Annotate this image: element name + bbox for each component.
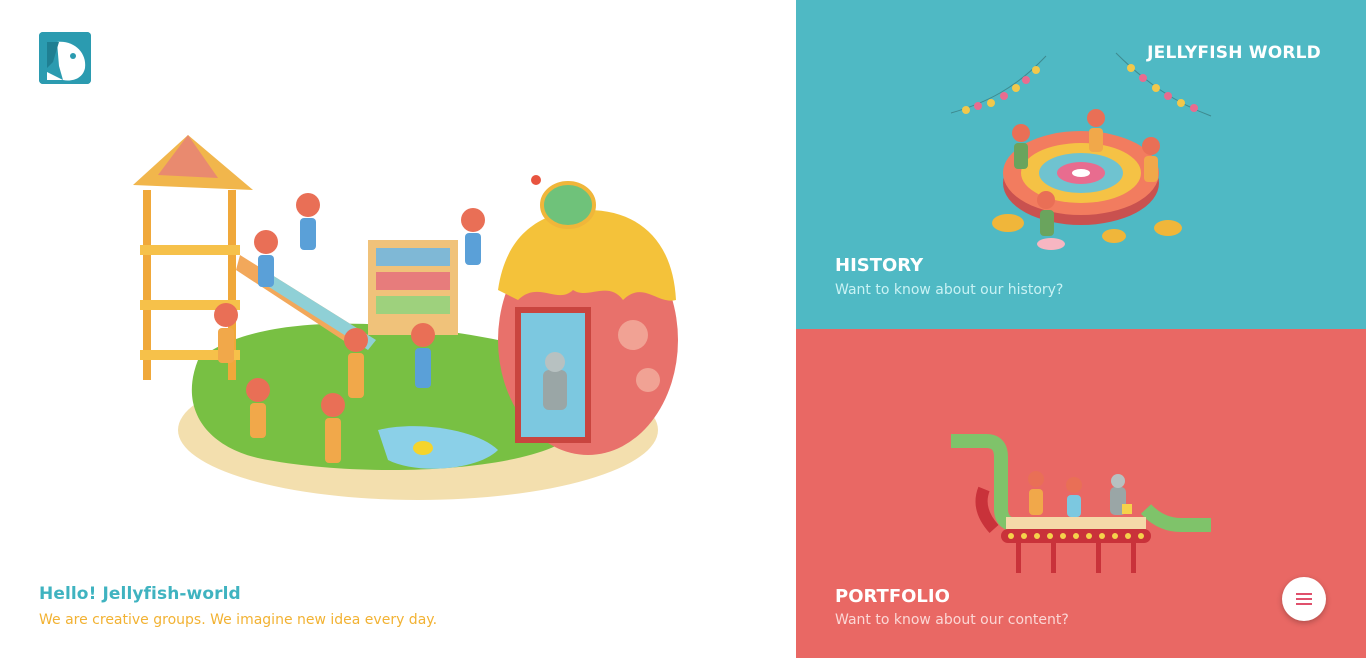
playground-illustration — [133, 135, 678, 500]
portfolio-panel[interactable]: PORTFOLIO Want to know about our content… — [796, 329, 1366, 658]
intro-block: Hello! Jellyfish-world We are creative g… — [39, 584, 437, 628]
history-subtitle: Want to know about our history? — [835, 282, 1064, 298]
fish-head-logo-icon — [39, 32, 91, 84]
nav-panels: JELLYFISH WORLD HISTORY Want to know abo… — [796, 0, 1366, 658]
portfolio-title: PORTFOLIO — [835, 586, 950, 607]
conveyor-belt-illustration — [951, 434, 1211, 573]
menu-button[interactable] — [1282, 577, 1326, 621]
hamburger-menu-icon — [1296, 593, 1312, 605]
history-panel[interactable]: JELLYFISH WORLD HISTORY Want to know abo… — [796, 0, 1366, 329]
intro-subtitle: We are creative groups. We imagine new i… — [39, 612, 438, 628]
portfolio-subtitle: Want to know about our content? — [835, 612, 1069, 628]
candy-table-party-illustration — [950, 52, 1212, 250]
intro-pane: Hello! Jellyfish-world We are creative g… — [0, 0, 796, 658]
intro-title: Hello! Jellyfish-world — [39, 584, 241, 604]
history-title: HISTORY — [835, 255, 924, 276]
logo[interactable] — [39, 32, 91, 84]
